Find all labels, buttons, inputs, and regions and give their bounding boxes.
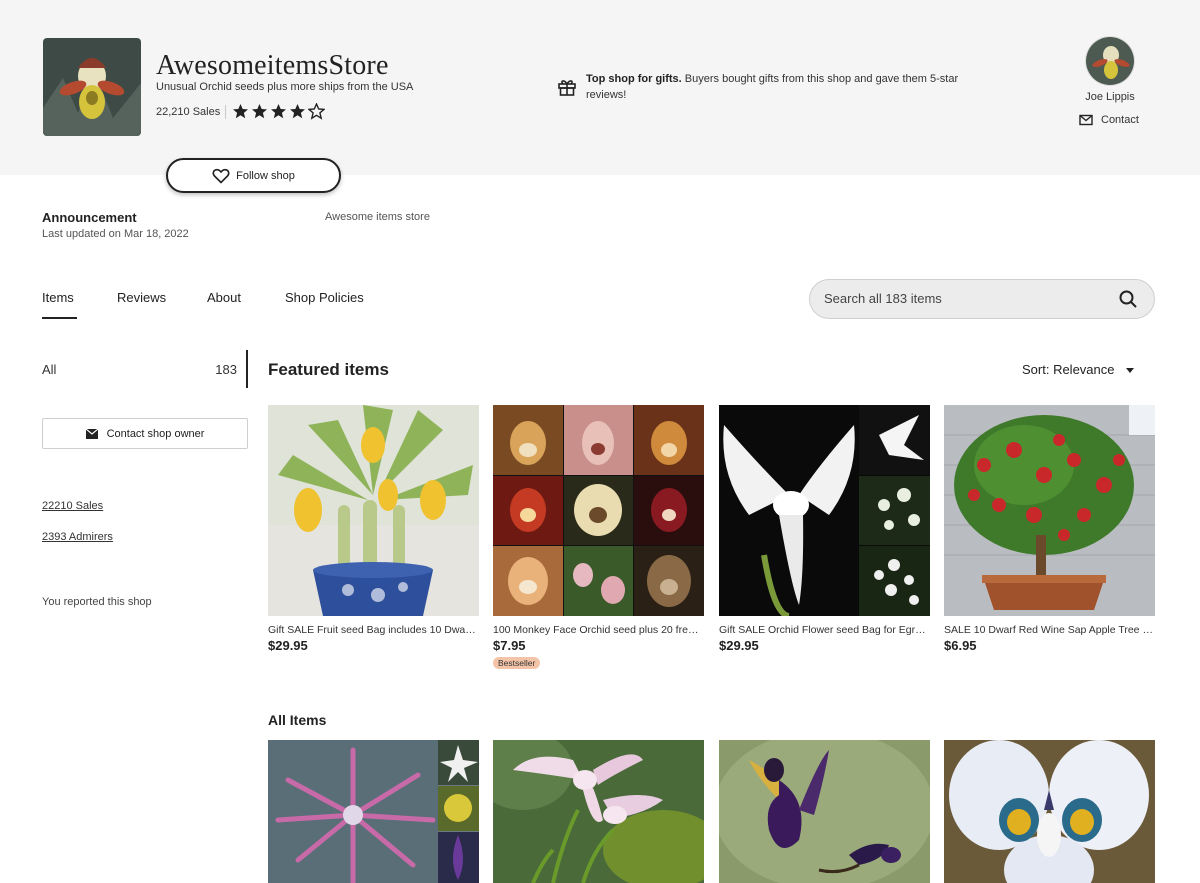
owner-name[interactable]: Joe Lippis (1060, 91, 1160, 103)
featured-item-card[interactable]: SALE 10 Dwarf Red Wine Sap Apple Tree se… (944, 405, 1155, 653)
star-filled-icon (271, 104, 286, 119)
product-image[interactable] (493, 405, 704, 616)
sales-link[interactable]: 22210 Sales (42, 500, 103, 512)
shop-logo[interactable] (43, 38, 141, 136)
follow-label: Follow shop (236, 169, 295, 182)
envelope-icon (1079, 114, 1093, 126)
product-image[interactable] (719, 740, 930, 883)
product-image[interactable] (268, 740, 479, 883)
announcement-updated: Last updated on Mar 18, 2022 (42, 228, 189, 240)
shop-tagline: Unusual Orchid seeds plus more ships fro… (156, 81, 414, 93)
owner-avatar[interactable] (1085, 36, 1135, 86)
product-image[interactable] (944, 740, 1155, 883)
sort-label: Sort: Relevance (1022, 362, 1115, 377)
follow-shop-button[interactable]: Follow shop (166, 158, 341, 193)
product-image[interactable] (719, 405, 930, 616)
star-empty-icon (308, 103, 325, 120)
top-shop-message: Top shop for gifts. Buyers bought gifts … (586, 71, 986, 103)
sidebar-item-all-count: 183 (215, 362, 237, 377)
search-input[interactable]: Search all 183 items (809, 279, 1155, 319)
product-price: $29.95 (268, 638, 308, 653)
tab-reviews[interactable]: Reviews (117, 290, 166, 305)
product-title[interactable]: Gift SALE Orchid Flower seed Bag for Egr… (719, 624, 930, 636)
tab-about[interactable]: About (207, 290, 241, 305)
product-title[interactable]: SALE 10 Dwarf Red Wine Sap Apple Tree se… (944, 624, 1155, 636)
top-shop-label: Top shop for gifts. (586, 73, 682, 85)
star-rating[interactable] (232, 103, 325, 120)
tab-items[interactable]: Items (42, 290, 74, 305)
star-filled-icon (233, 104, 248, 119)
contact-link[interactable]: Contact (1079, 113, 1139, 127)
product-price: $6.95 (944, 638, 977, 653)
featured-item-card[interactable]: Gift SALE Fruit seed Bag includes 10 Dwa… (268, 405, 479, 653)
shop-header: AwesomeitemsStore Unusual Orchid seeds p… (0, 0, 1200, 175)
search-icon[interactable] (1118, 289, 1138, 309)
featured-item-card[interactable]: 100 Monkey Face Orchid seed plus 20 free… (493, 405, 704, 671)
product-title[interactable]: Gift SALE Fruit seed Bag includes 10 Dwa… (268, 624, 479, 636)
product-price: $29.95 (719, 638, 759, 653)
caret-down-icon (1125, 367, 1134, 373)
shop-sales-count: 22,210 Sales (156, 106, 221, 118)
shop-name: AwesomeitemsStore (156, 50, 389, 81)
gift-icon (558, 80, 576, 96)
heart-icon (212, 168, 230, 184)
all-items-heading: All Items (268, 712, 327, 728)
tab-shop-policies[interactable]: Shop Policies (285, 290, 364, 305)
active-tab-indicator (42, 317, 77, 319)
product-title[interactable]: 100 Monkey Face Orchid seed plus 20 free… (493, 624, 704, 636)
sidebar-active-indicator (246, 350, 248, 388)
divider (225, 105, 226, 119)
featured-item-card[interactable]: Gift SALE Orchid Flower seed Bag for Egr… (719, 405, 930, 653)
reported-shop-note: You reported this shop (42, 596, 152, 608)
admirers-link[interactable]: 2393 Admirers (42, 531, 113, 543)
featured-items-heading: Featured items (268, 360, 389, 379)
announcement-title: Announcement (42, 210, 137, 225)
product-image[interactable] (944, 405, 1155, 616)
contact-label: Contact (1101, 114, 1139, 126)
envelope-icon (85, 428, 98, 439)
bestseller-badge: Bestseller (493, 657, 541, 669)
product-image[interactable] (493, 740, 704, 883)
search-placeholder: Search all 183 items (824, 291, 942, 306)
star-filled-icon (252, 104, 267, 119)
announcement-text: Awesome items store (325, 211, 430, 223)
sidebar-item-all[interactable]: All (42, 362, 56, 377)
contact-shop-owner-button[interactable]: Contact shop owner (42, 418, 248, 449)
contact-shop-owner-label: Contact shop owner (106, 427, 205, 440)
star-filled-icon (290, 104, 305, 119)
sort-dropdown[interactable]: Sort: Relevance (1022, 362, 1135, 377)
product-image[interactable] (268, 405, 479, 616)
product-price: $7.95 (493, 638, 526, 653)
